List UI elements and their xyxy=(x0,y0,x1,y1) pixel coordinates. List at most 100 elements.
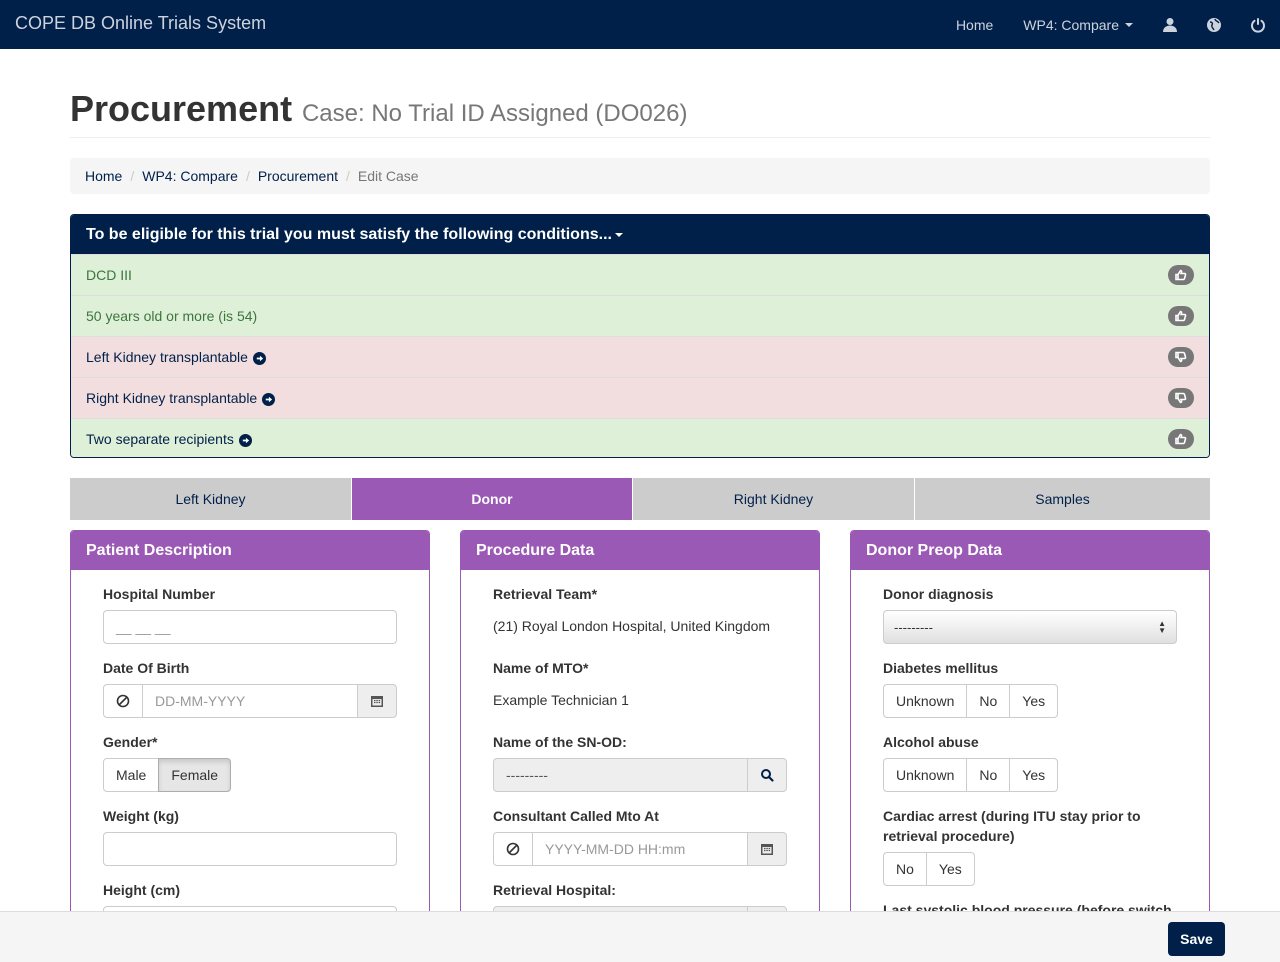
cardiac-yes-button[interactable]: Yes xyxy=(925,852,975,886)
mto-name-value: Example Technician 1 xyxy=(493,692,629,708)
breadcrumb-home[interactable]: Home xyxy=(85,168,122,184)
panel-title: Patient Description xyxy=(71,531,429,570)
diabetes-unknown-button[interactable]: Unknown xyxy=(883,684,968,718)
eligibility-item-text: Left Kidney transplantable xyxy=(86,349,266,365)
mto-name-label: Name of MTO* xyxy=(493,660,589,676)
cardiac-arrest-label: Cardiac arrest (during ITU stay prior to… xyxy=(883,808,1141,844)
chevron-down-icon xyxy=(614,232,623,237)
eligibility-item-label: 50 years old or more (is 54) xyxy=(86,308,258,324)
gender-label: Gender* xyxy=(103,734,158,750)
patient-description-panel: Patient Description Hospital Number __ _… xyxy=(70,530,430,930)
diabetes-toggle: Unknown No Yes xyxy=(883,684,1059,718)
eligibility-item-label: Left Kidney transplantable xyxy=(86,349,248,365)
page-subtitle: Case: No Trial ID Assigned (DO026) xyxy=(301,100,688,127)
search-icon[interactable] xyxy=(747,758,787,792)
eligibility-item: Left Kidney transplantable xyxy=(71,336,1209,377)
retrieval-hospital-label: Retrieval Hospital: xyxy=(493,882,616,898)
tab-donor[interactable]: Donor xyxy=(352,478,633,520)
dob-input[interactable]: DD-MM-YYYY xyxy=(143,684,357,718)
alcohol-abuse-label: Alcohol abuse xyxy=(883,734,979,750)
clear-icon[interactable] xyxy=(493,832,533,866)
page-header: Procurement Case: No Trial ID Assigned (… xyxy=(70,88,1210,138)
donor-diagnosis-value: --------- xyxy=(894,619,933,635)
tab-samples[interactable]: Samples xyxy=(915,478,1210,520)
procedure-data-panel: Procedure Data Retrieval Team* (21) Roya… xyxy=(460,530,820,930)
brand-title[interactable]: COPE DB Online Trials System xyxy=(15,13,266,34)
alcohol-no-button[interactable]: No xyxy=(966,758,1011,792)
consultant-called-input[interactable]: YYYY-MM-DD HH:mm xyxy=(533,832,747,866)
thumbs-up-icon xyxy=(1168,429,1194,449)
arrow-right-circle-icon[interactable] xyxy=(262,392,276,406)
page-title: Procurement xyxy=(70,88,293,129)
snod-input-group: --------- xyxy=(493,758,787,792)
dob-input-group: DD-MM-YYYY xyxy=(103,684,397,718)
eligibility-panel: To be eligible for this trial you must s… xyxy=(70,214,1210,458)
calendar-icon[interactable] xyxy=(747,832,787,866)
eligibility-item-text: Two separate recipients xyxy=(86,431,252,447)
breadcrumb: Home / WP4: Compare / Procurement / Edit… xyxy=(70,158,1210,194)
section-tabs: Left Kidney Donor Right Kidney Samples xyxy=(70,478,1210,520)
thumbs-down-icon xyxy=(1168,388,1194,408)
tab-right-kidney[interactable]: Right Kidney xyxy=(633,478,915,520)
nav-home-link[interactable]: Home xyxy=(941,0,1008,49)
select-arrows-icon: ▲ ▼ xyxy=(1158,619,1166,635)
gender-female-button[interactable]: Female xyxy=(158,758,232,792)
arrow-right-circle-icon[interactable] xyxy=(252,351,266,365)
diabetes-label: Diabetes mellitus xyxy=(883,660,999,676)
arrow-right-circle-icon[interactable] xyxy=(238,433,252,447)
navbar-right: Home WP4: Compare xyxy=(941,0,1280,49)
eligibility-toggle[interactable]: To be eligible for this trial you must s… xyxy=(71,215,1209,254)
dob-label: Date Of Birth xyxy=(103,660,190,676)
sticky-footer: Save xyxy=(0,911,1280,962)
gender-male-button[interactable]: Male xyxy=(103,758,160,792)
snod-input[interactable]: --------- xyxy=(493,758,747,792)
eligibility-item: Right Kidney transplantable xyxy=(71,377,1209,418)
globe-icon[interactable] xyxy=(1192,0,1236,49)
chevron-down-icon xyxy=(1125,22,1133,27)
clear-icon[interactable] xyxy=(103,684,143,718)
donor-diagnosis-select[interactable]: --------- ▲ ▼ xyxy=(883,610,1177,644)
save-button[interactable]: Save xyxy=(1168,922,1225,956)
consultant-called-input-group: YYYY-MM-DD HH:mm xyxy=(493,832,787,866)
nav-wp4-dropdown[interactable]: WP4: Compare xyxy=(1008,0,1148,49)
hospital-number-input[interactable]: __ __ __ xyxy=(103,610,397,644)
eligibility-item-label: Two separate recipients xyxy=(86,431,234,447)
breadcrumb-current: Edit Case xyxy=(357,168,419,184)
tab-left-kidney[interactable]: Left Kidney xyxy=(70,478,352,520)
breadcrumb-separator: / xyxy=(130,168,135,184)
breadcrumb-wp4[interactable]: WP4: Compare xyxy=(142,168,238,184)
retrieval-team-value: (21) Royal London Hospital, United Kingd… xyxy=(493,618,771,634)
power-icon[interactable] xyxy=(1236,0,1280,49)
eligibility-item: Two separate recipients xyxy=(71,418,1209,457)
breadcrumb-separator: / xyxy=(245,168,250,184)
gender-toggle: Male Female xyxy=(103,758,232,792)
alcohol-unknown-button[interactable]: Unknown xyxy=(883,758,968,792)
diabetes-no-button[interactable]: No xyxy=(966,684,1011,718)
eligibility-item: 50 years old or more (is 54) xyxy=(71,295,1209,336)
weight-label: Weight (kg) xyxy=(103,808,179,824)
eligibility-item-label: DCD III xyxy=(86,267,132,283)
eligibility-heading: To be eligible for this trial you must s… xyxy=(86,225,612,243)
panel-title: Donor Preop Data xyxy=(851,531,1209,570)
nav-wp4-label: WP4: Compare xyxy=(1023,16,1119,33)
eligibility-item-label: Right Kidney transplantable xyxy=(86,390,258,406)
user-icon[interactable] xyxy=(1148,0,1192,49)
thumbs-up-icon xyxy=(1168,265,1194,285)
diabetes-yes-button[interactable]: Yes xyxy=(1009,684,1059,718)
consultant-called-label: Consultant Called Mto At xyxy=(493,808,659,824)
alcohol-abuse-toggle: Unknown No Yes xyxy=(883,758,1059,792)
top-navbar: COPE DB Online Trials System Home WP4: C… xyxy=(0,0,1280,49)
cardiac-no-button[interactable]: No xyxy=(883,852,927,886)
eligibility-item: DCD III xyxy=(71,254,1209,295)
breadcrumb-procurement[interactable]: Procurement xyxy=(258,168,338,184)
calendar-icon[interactable] xyxy=(357,684,397,718)
thumbs-up-icon xyxy=(1168,306,1194,326)
eligibility-item-text: Right Kidney transplantable xyxy=(86,390,276,406)
retrieval-team-label: Retrieval Team* xyxy=(493,586,598,602)
thumbs-down-icon xyxy=(1168,347,1194,367)
hospital-number-label: Hospital Number xyxy=(103,586,216,602)
breadcrumb-separator: / xyxy=(346,168,350,184)
alcohol-yes-button[interactable]: Yes xyxy=(1009,758,1059,792)
weight-input[interactable] xyxy=(103,832,397,866)
snod-name-label: Name of the SN-OD: xyxy=(493,734,627,750)
